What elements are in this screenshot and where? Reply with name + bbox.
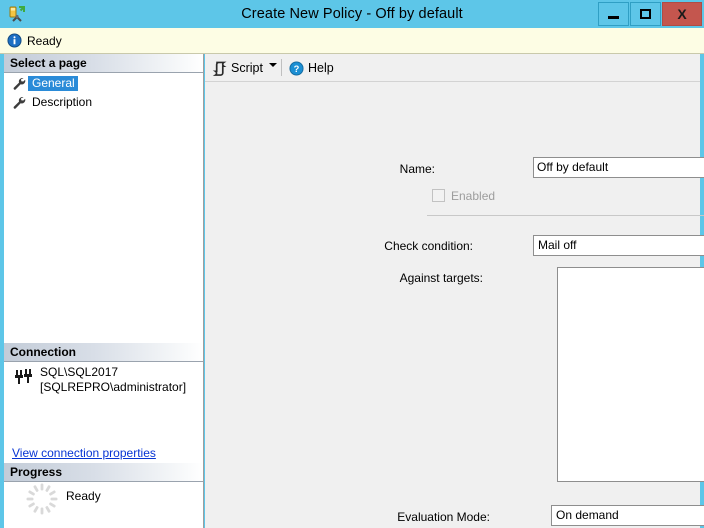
spinner-icon [26,483,58,515]
sidebar-item-description[interactable]: Description [4,94,203,111]
select-a-page-header: Select a page [4,54,203,73]
against-targets-label: Against targets: [399,271,483,285]
script-button-label: Script [231,61,263,75]
evaluation-mode-value: On demand [556,508,619,522]
connection-user: [SQLREPRO\administrator] [40,380,187,394]
view-connection-properties-link[interactable]: View connection properties [12,446,156,460]
create-new-policy-dialog: Create New Policy - Off by default X Rea… [0,0,704,528]
progress-status-text: Ready [66,489,101,503]
help-question-icon: ? [289,60,304,76]
progress-header: Progress [4,463,203,482]
close-icon: X [677,6,687,22]
sidebar-item-description-label: Description [32,95,93,109]
wrench-icon [13,96,26,109]
name-input[interactable]: Off by default [533,157,704,178]
evaluation-mode-dropdown[interactable]: On demand [551,505,704,526]
sidebar-item-general-label: General [28,76,78,91]
form-panel: Script ? Help Name: Off by default Enabl… [205,54,704,528]
evaluation-mode-label: Evaluation Mode: [397,510,490,524]
check-condition-label: Check condition: [384,239,473,253]
help-button[interactable]: ? Help [289,57,334,79]
enabled-checkbox-label: Enabled [451,189,496,203]
sidebar-item-general[interactable]: General [4,75,203,92]
connection-server: SQL\SQL2017 [40,365,119,379]
connection-plug-icon [15,369,32,384]
title-bar: Create New Policy - Off by default X [0,0,704,28]
enabled-checkbox[interactable] [432,189,445,202]
svg-text:?: ? [294,64,300,74]
chevron-down-icon[interactable] [269,63,277,67]
maximize-button[interactable] [630,2,661,26]
close-button[interactable]: X [662,2,702,26]
name-label: Name: [399,162,435,176]
check-condition-value: Mail off [538,238,577,252]
form-toolbar: Script ? Help [205,54,700,82]
minimize-button[interactable] [598,2,629,26]
info-icon [7,33,22,48]
form-separator-top [427,215,704,216]
script-button[interactable]: Script [209,57,266,79]
minimize-icon [608,15,619,19]
check-condition-dropdown[interactable]: Mail off [533,235,704,256]
connection-header: Connection [4,343,203,362]
against-targets-listbox[interactable] [557,267,704,482]
maximize-icon [640,9,651,19]
wrench-icon [13,77,26,90]
toolbar-separator [281,59,282,76]
status-info-bar: Ready [0,28,704,54]
script-icon [212,61,227,76]
sidebar-panel: Select a page General Description Connec… [4,54,204,528]
status-info-text: Ready [27,34,62,48]
help-button-label: Help [308,61,334,75]
